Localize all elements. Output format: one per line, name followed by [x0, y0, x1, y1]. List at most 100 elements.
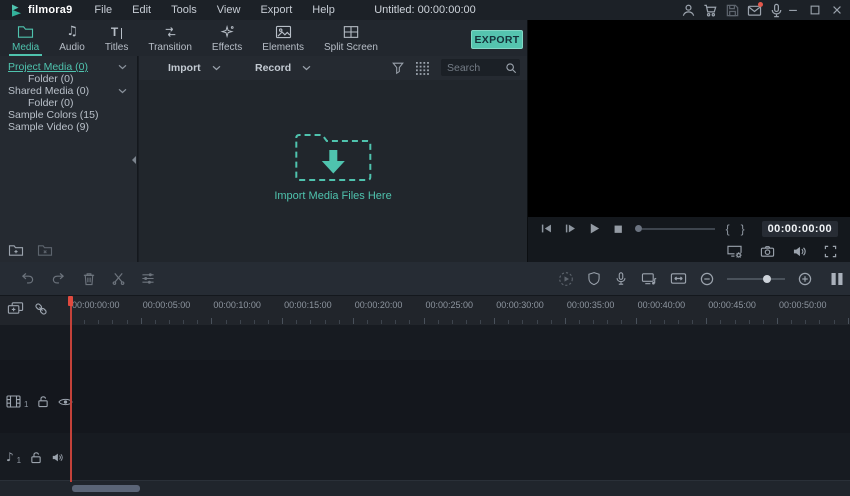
- tab-label: Titles: [105, 42, 129, 53]
- collapse-panel-icon[interactable]: [131, 155, 137, 165]
- app-logo: filmora9: [0, 4, 72, 17]
- seek-handle[interactable]: [635, 225, 642, 232]
- minimize-icon[interactable]: [787, 4, 799, 16]
- tab-label: Transition: [148, 42, 192, 53]
- split-screen-icon: [343, 24, 359, 39]
- tab-label: Split Screen: [324, 42, 378, 53]
- redo-icon[interactable]: [51, 272, 66, 285]
- menu-item[interactable]: Edit: [122, 4, 161, 16]
- close-icon[interactable]: [831, 4, 843, 16]
- seek-bar[interactable]: [635, 225, 715, 232]
- record-voiceover-icon[interactable]: [614, 271, 628, 286]
- maximize-icon[interactable]: [809, 4, 821, 16]
- zoom-in-icon[interactable]: [798, 272, 812, 286]
- media-library-sidebar: Project Media (0) Folder (0) Shared Medi…: [0, 56, 138, 262]
- timeline-header-icons: [7, 301, 48, 316]
- fit-timeline-icon[interactable]: [670, 272, 687, 285]
- tab-media[interactable]: Media: [2, 20, 49, 56]
- menu-item[interactable]: Help: [302, 4, 345, 16]
- notification-dot: [758, 2, 763, 7]
- grid-view-icon[interactable]: [416, 62, 429, 75]
- record-dropdown[interactable]: Record: [255, 56, 311, 80]
- menu-item[interactable]: Tools: [161, 4, 207, 16]
- library-tree-item[interactable]: Folder (0): [0, 73, 137, 85]
- tree-item-label: Sample Video (9): [8, 121, 89, 133]
- audio-track-header: ♪ 1: [6, 450, 64, 465]
- delete-folder-icon[interactable]: [37, 244, 53, 257]
- import-dropdown[interactable]: Import: [168, 56, 221, 80]
- zoom-out-icon[interactable]: [700, 272, 714, 286]
- asset-tab-bar: Media ♫ Audio T Titles Transition Effect…: [0, 20, 527, 56]
- timeline-zoom-slider[interactable]: [727, 275, 785, 283]
- import-folder-icon: [293, 126, 373, 183]
- tab-titles[interactable]: T Titles: [95, 20, 139, 56]
- add-folder-icon[interactable]: [8, 244, 24, 257]
- filmora-app-window: filmora9 FileEditToolsViewExportHelp Unt…: [0, 0, 850, 496]
- ruler-timecode: 00:00:00:00: [72, 300, 120, 310]
- library-tree-item[interactable]: Project Media (0): [0, 61, 137, 73]
- adjust-sliders-icon[interactable]: [141, 272, 155, 285]
- mute-speaker-icon[interactable]: [51, 452, 64, 463]
- menu-bar: FileEditToolsViewExportHelp: [84, 4, 344, 16]
- undo-icon[interactable]: [20, 272, 35, 285]
- tab-label: Media: [12, 42, 39, 53]
- menu-item[interactable]: View: [207, 4, 251, 16]
- tree-item-label: Folder (0): [28, 97, 74, 109]
- shield-icon[interactable]: [587, 271, 601, 286]
- library-tree-item[interactable]: Shared Media (0): [0, 85, 137, 97]
- project-title: Untitled: 00:00:00:00: [374, 4, 476, 16]
- next-frame-icon[interactable]: [564, 222, 577, 235]
- tab-audio[interactable]: ♫ Audio: [49, 20, 95, 56]
- tab-transition[interactable]: Transition: [138, 20, 202, 56]
- lock-icon[interactable]: [37, 395, 49, 408]
- timeline-ruler[interactable]: 00:00:00:0000:00:05:0000:00:10:0000:00:1…: [0, 296, 850, 325]
- filter-icon[interactable]: [391, 61, 405, 75]
- menu-item[interactable]: Export: [250, 4, 302, 16]
- delete-icon[interactable]: [82, 272, 96, 286]
- snapshot-camera-icon[interactable]: [760, 245, 775, 258]
- video-track-header: 1: [6, 394, 73, 409]
- preview-options: [528, 240, 850, 262]
- feedback-mail-icon[interactable]: [747, 4, 762, 17]
- export-button[interactable]: EXPORT: [471, 30, 523, 49]
- fullscreen-icon[interactable]: [824, 245, 837, 258]
- tab-effects[interactable]: Effects: [202, 20, 252, 56]
- library-tree-item[interactable]: Sample Colors (15): [0, 109, 137, 121]
- scrollbar-thumb[interactable]: [72, 485, 140, 492]
- library-tree: Project Media (0) Folder (0) Shared Medi…: [0, 56, 137, 133]
- add-track-icon[interactable]: [7, 301, 24, 316]
- track-manager-icon[interactable]: [831, 272, 843, 286]
- zoom-slider-track[interactable]: [727, 278, 785, 280]
- lock-icon[interactable]: [30, 451, 42, 464]
- stop-icon[interactable]: [612, 223, 624, 235]
- seek-track[interactable]: [642, 228, 715, 230]
- import-dropzone[interactable]: Import Media Files Here: [274, 126, 391, 202]
- display-settings-icon[interactable]: [726, 244, 743, 258]
- menu-item[interactable]: File: [84, 4, 122, 16]
- library-tree-item[interactable]: Sample Video (9): [0, 121, 137, 133]
- title-bar: filmora9 FileEditToolsViewExportHelp Unt…: [0, 0, 850, 20]
- render-preview-icon[interactable]: [558, 271, 574, 287]
- tab-split-screen[interactable]: Split Screen: [314, 20, 388, 56]
- audio-mixer-icon[interactable]: [641, 272, 657, 286]
- previous-frame-icon[interactable]: [540, 222, 553, 235]
- tab-elements[interactable]: Elements: [252, 20, 314, 56]
- preview-panel: { } 00:00:00:00: [528, 20, 850, 262]
- mark-out-button[interactable]: }: [741, 223, 745, 235]
- transition-arrows-icon: [163, 24, 178, 39]
- library-tree-item[interactable]: Folder (0): [0, 97, 137, 109]
- microphone-icon[interactable]: [769, 3, 784, 18]
- play-icon[interactable]: [588, 222, 601, 235]
- mark-in-button[interactable]: {: [726, 223, 730, 235]
- split-scissors-icon[interactable]: [112, 272, 125, 285]
- ruler-timecode: 00:00:35:00: [567, 300, 615, 310]
- preview-volume-icon[interactable]: [792, 245, 807, 258]
- playhead-line[interactable]: [70, 296, 72, 482]
- link-icon[interactable]: [34, 301, 48, 316]
- playback-controls: { } 00:00:00:00: [528, 217, 850, 240]
- store-cart-icon[interactable]: [703, 3, 718, 18]
- zoom-slider-handle[interactable]: [763, 275, 771, 283]
- elements-image-icon: [275, 24, 292, 39]
- account-icon[interactable]: [681, 3, 696, 18]
- playhead-handle[interactable]: [68, 296, 73, 306]
